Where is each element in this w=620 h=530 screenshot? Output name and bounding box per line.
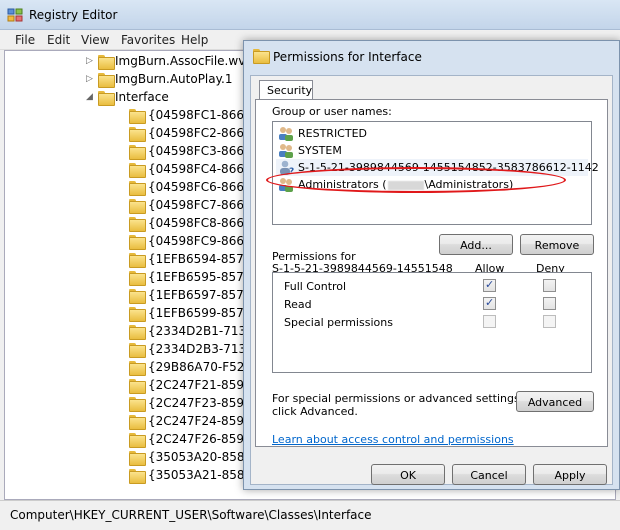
permissions-table: Full Control Read Special permissions bbox=[272, 272, 592, 373]
folder-icon bbox=[129, 469, 146, 484]
expand-arrow-icon[interactable]: ▷ bbox=[86, 74, 93, 84]
permission-name: Special permissions bbox=[284, 316, 393, 329]
remove-button[interactable]: Remove bbox=[520, 234, 594, 255]
ok-button[interactable]: OK bbox=[371, 464, 445, 485]
folder-icon bbox=[98, 55, 115, 70]
advanced-hint-line-1: For special permissions or advanced sett… bbox=[272, 392, 524, 405]
folder-icon bbox=[129, 145, 146, 160]
permissions-dialog: Permissions for Interface Security Group… bbox=[243, 40, 620, 490]
registry-editor-icon bbox=[7, 8, 23, 22]
dialog-title: Permissions for Interface bbox=[273, 50, 422, 64]
folder-icon bbox=[129, 235, 146, 250]
open-folder-icon bbox=[98, 91, 115, 106]
dialog-title-bar[interactable]: Permissions for Interface bbox=[244, 41, 619, 71]
menu-file[interactable]: File bbox=[15, 33, 35, 47]
folder-icon bbox=[129, 361, 146, 376]
tab-security[interactable]: Security bbox=[259, 80, 313, 100]
tree-item-label: ImgBurn.AutoPlay.1 bbox=[115, 72, 233, 86]
deny-checkbox[interactable] bbox=[543, 297, 556, 310]
user-row-restricted[interactable]: RESTRICTED bbox=[276, 125, 588, 142]
folder-icon bbox=[129, 109, 146, 124]
folder-icon bbox=[129, 253, 146, 268]
tab-label: Security bbox=[267, 84, 313, 97]
folder-icon bbox=[98, 73, 115, 88]
group-icon bbox=[279, 144, 293, 158]
allow-checkbox[interactable] bbox=[483, 296, 496, 310]
deny-checkbox bbox=[543, 315, 556, 328]
allow-checkbox bbox=[483, 315, 496, 328]
highlight-circle bbox=[266, 167, 566, 193]
cancel-button[interactable]: Cancel bbox=[452, 464, 526, 485]
menu-help[interactable]: Help bbox=[181, 33, 208, 47]
folder-icon bbox=[129, 127, 146, 142]
deny-checkbox[interactable] bbox=[543, 279, 556, 292]
folder-icon bbox=[129, 307, 146, 322]
security-panel: Group or user names: RESTRICTED SYSTEM ?… bbox=[255, 99, 608, 447]
permission-name: Read bbox=[284, 298, 312, 311]
folder-icon bbox=[129, 397, 146, 412]
folder-icon bbox=[129, 343, 146, 358]
folder-icon bbox=[129, 163, 146, 178]
dialog-body: Security Group or user names: RESTRICTED bbox=[250, 75, 613, 485]
collapse-arrow-icon[interactable]: ◢ bbox=[86, 92, 93, 102]
title-bar: Registry Editor bbox=[0, 0, 620, 30]
folder-icon bbox=[129, 451, 146, 466]
apply-button[interactable]: Apply bbox=[533, 464, 607, 485]
user-row-system[interactable]: SYSTEM bbox=[276, 142, 588, 159]
allow-checkbox[interactable] bbox=[483, 278, 496, 292]
advanced-button[interactable]: Advanced bbox=[516, 391, 594, 412]
window-title: Registry Editor bbox=[29, 8, 118, 22]
permission-row-full-control: Full Control bbox=[273, 277, 591, 295]
user-name: RESTRICTED bbox=[298, 127, 368, 140]
permission-name: Full Control bbox=[284, 280, 347, 293]
user-name: SYSTEM bbox=[298, 144, 342, 157]
group-label: Group or user names: bbox=[272, 105, 392, 118]
folder-icon bbox=[129, 217, 146, 232]
folder-icon bbox=[129, 271, 146, 286]
advanced-hint-line-2: click Advanced. bbox=[272, 405, 358, 418]
tree-item-label: ImgBurn.AssocFile.wv bbox=[115, 54, 246, 68]
folder-icon bbox=[129, 325, 146, 340]
group-icon bbox=[279, 127, 293, 141]
add-button[interactable]: Add... bbox=[439, 234, 513, 255]
permission-row-read: Read bbox=[273, 295, 591, 313]
tree-item-label: Interface bbox=[115, 90, 169, 104]
folder-icon bbox=[129, 433, 146, 448]
status-bar: Computer\HKEY_CURRENT_USER\Software\Clas… bbox=[0, 500, 620, 530]
expand-arrow-icon[interactable]: ▷ bbox=[86, 56, 93, 66]
menu-view[interactable]: View bbox=[81, 33, 109, 47]
learn-more-link[interactable]: Learn about access control and permissio… bbox=[272, 433, 514, 446]
folder-icon bbox=[129, 181, 146, 196]
status-path: Computer\HKEY_CURRENT_USER\Software\Clas… bbox=[10, 508, 372, 522]
folder-icon bbox=[129, 199, 146, 214]
menu-edit[interactable]: Edit bbox=[47, 33, 70, 47]
folder-icon bbox=[129, 415, 146, 430]
folder-icon bbox=[253, 49, 270, 64]
menu-favorites[interactable]: Favorites bbox=[121, 33, 175, 47]
folder-icon bbox=[129, 379, 146, 394]
permission-row-special: Special permissions bbox=[273, 313, 591, 331]
folder-icon bbox=[129, 289, 146, 304]
